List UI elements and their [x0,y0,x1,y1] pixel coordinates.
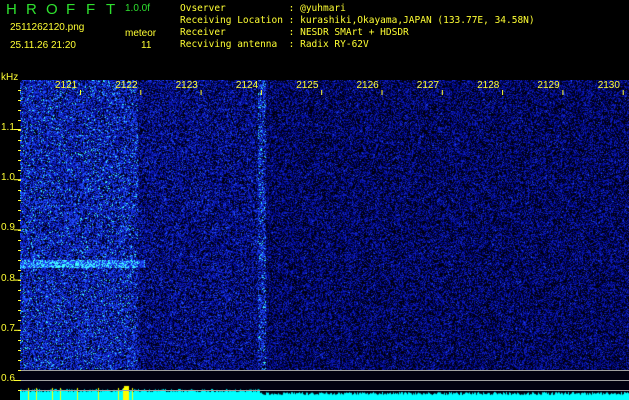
y-tick-label: 0.7 [1,322,15,334]
logo-letter: T [106,1,116,18]
version: 1.0.0f [125,3,151,14]
time-tick-label: 2127 [416,80,440,91]
time-tick-label: 2124 [235,80,259,91]
time-tick-label: 2130 [597,80,620,91]
info-location: Receiving Location : kurashiki,Okayama,J… [180,15,535,26]
info-receiver: Receiver : NESDR SMArt + HDSDR [180,27,409,38]
time-tick-label: 2122 [115,80,138,91]
meteor-count: 11 [141,40,152,51]
logo-letter: O [46,1,58,18]
y-tick-label: 1.0 [1,172,15,184]
time-tick-label: 2128 [477,80,500,91]
logo-letter: F [86,1,96,18]
time-tick-label: 2126 [356,80,379,91]
datetime: 25.11.26 21:20 [10,40,76,51]
y-tick-label: 0.9 [1,222,15,234]
time-tick-label: 2121 [55,80,78,91]
app-logo: HROFFT [6,1,126,18]
time-tick-label: 2129 [537,80,560,91]
time-tick-label: 2123 [175,80,198,91]
meteor-label: meteor [125,28,157,39]
logo-letter: R [26,1,37,18]
time-tick-label: 2125 [296,80,319,91]
y-tick-label: 0.6 [1,373,15,384]
filename: 2511262120.png [10,22,85,33]
y-tick-label: 1.1 [1,122,15,133]
info-antenna: Recviving antenna : Radix RY-62V [180,39,369,50]
logo-letter: F [66,1,76,18]
logo-letter: H [6,1,17,18]
y-unit-label: kHz [1,72,19,83]
y-tick-label: 0.8 [1,272,15,284]
info-observer: Ovserver : @yuhmari [180,3,346,14]
spectrogram-axes [14,90,629,391]
